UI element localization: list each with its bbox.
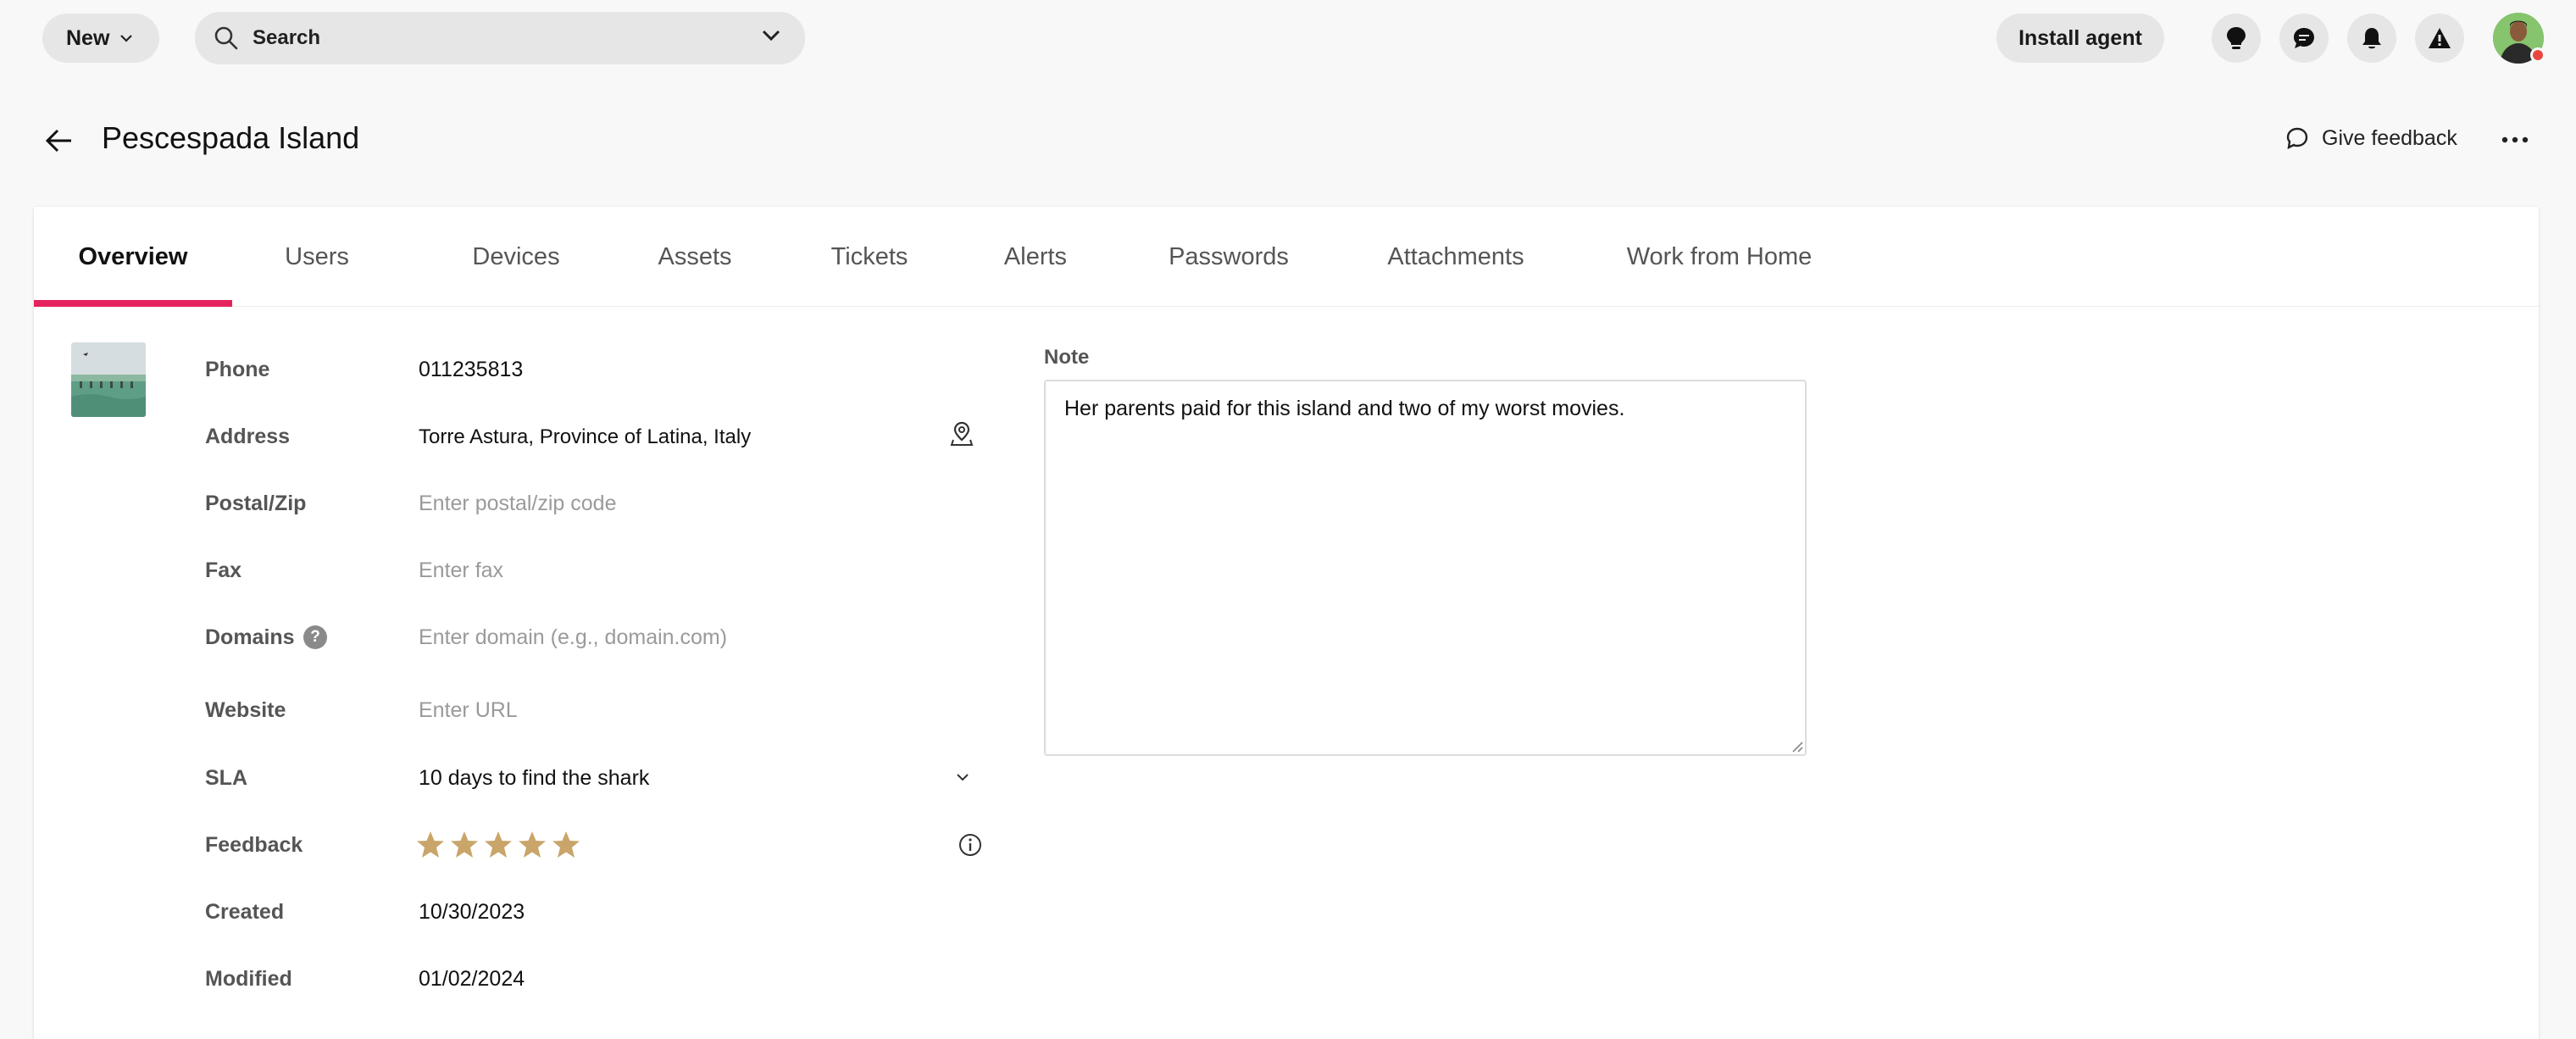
address-label: Address bbox=[205, 425, 291, 448]
created-value: 10/30/2023 bbox=[419, 900, 525, 924]
star-icon[interactable] bbox=[549, 829, 583, 861]
more-options-icon[interactable] bbox=[2498, 127, 2532, 153]
fax-input[interactable]: Enter fax bbox=[419, 558, 503, 583]
tab-label: Passwords bbox=[1169, 242, 1289, 270]
postal-label: Postal/Zip bbox=[205, 492, 307, 515]
tab-work-from-home[interactable]: Work from Home bbox=[1573, 207, 1866, 307]
map-pin-icon[interactable] bbox=[949, 420, 974, 447]
location-thumbnail[interactable] bbox=[71, 342, 146, 417]
tab-devices[interactable]: Devices bbox=[425, 207, 607, 307]
tab-label: Users bbox=[285, 242, 349, 270]
created-label: Created bbox=[205, 900, 285, 924]
domains-input[interactable]: Enter domain (e.g., domain.com) bbox=[419, 625, 727, 650]
note-textarea[interactable]: Her parents paid for this island and two… bbox=[1044, 380, 1807, 756]
star-icon[interactable] bbox=[414, 829, 447, 861]
tab-label: Alerts bbox=[1003, 242, 1068, 270]
search-label: Search bbox=[253, 26, 321, 49]
sla-select[interactable]: 10 days to find the shark bbox=[419, 766, 649, 791]
tab-attachments[interactable]: Attachments bbox=[1339, 207, 1573, 307]
feedback-bubble-icon bbox=[2286, 127, 2308, 150]
warning-icon bbox=[2429, 28, 2451, 48]
resize-handle-icon[interactable] bbox=[1790, 739, 1803, 753]
status-dot bbox=[2530, 47, 2545, 63]
tab-label: Devices bbox=[472, 242, 560, 270]
search-bar[interactable]: Search bbox=[195, 12, 805, 64]
tab-alerts[interactable]: Alerts bbox=[956, 207, 1115, 307]
tab-passwords[interactable]: Passwords bbox=[1117, 207, 1341, 307]
chevron-down-icon bbox=[120, 35, 133, 42]
new-button[interactable]: New bbox=[42, 14, 159, 63]
tab-label: Assets bbox=[658, 242, 732, 270]
tab-label: Work from Home bbox=[1626, 242, 1813, 270]
ideas-button[interactable] bbox=[2212, 14, 2261, 63]
install-agent-button[interactable]: Install agent bbox=[1996, 14, 2164, 63]
back-arrow-icon[interactable] bbox=[42, 124, 76, 158]
tab-overview[interactable]: Overview bbox=[34, 207, 232, 307]
alerts-button[interactable] bbox=[2415, 14, 2464, 63]
phone-value[interactable]: 011235813 bbox=[419, 358, 523, 382]
website-label: Website bbox=[205, 698, 286, 722]
search-icon bbox=[214, 26, 238, 50]
tab-tickets[interactable]: Tickets bbox=[783, 207, 956, 307]
star-icon[interactable] bbox=[515, 829, 549, 861]
detail-card: Overview Users Devices Assets Tickets Al… bbox=[34, 207, 2539, 1039]
website-input[interactable]: Enter URL bbox=[419, 698, 518, 723]
tab-label: Tickets bbox=[830, 242, 908, 270]
bell-icon bbox=[2362, 28, 2381, 49]
top-bar: New Search Install agent bbox=[0, 0, 2576, 76]
tab-users[interactable]: Users bbox=[264, 207, 369, 307]
notifications-button[interactable] bbox=[2347, 14, 2396, 63]
note-label: Note bbox=[1044, 346, 1090, 369]
address-value[interactable]: Torre Astura, Province of Latina, Italy bbox=[419, 425, 751, 449]
star-icon[interactable] bbox=[481, 829, 515, 861]
fax-label: Fax bbox=[205, 558, 242, 582]
chat-icon bbox=[2294, 28, 2314, 48]
give-feedback-label: Give feedback bbox=[2322, 125, 2457, 150]
feedback-rating[interactable] bbox=[414, 829, 583, 861]
postal-input[interactable]: Enter postal/zip code bbox=[419, 492, 616, 516]
star-icon[interactable] bbox=[447, 829, 481, 861]
tab-label: Overview bbox=[78, 242, 188, 270]
domains-label: Domains bbox=[205, 625, 295, 649]
chevron-down-icon[interactable] bbox=[956, 773, 969, 781]
tab-assets[interactable]: Assets bbox=[610, 207, 780, 307]
feedback-label: Feedback bbox=[205, 833, 303, 857]
give-feedback-button[interactable]: Give feedback bbox=[2285, 125, 2457, 151]
tab-bar: Overview Users Devices Assets Tickets Al… bbox=[34, 207, 2539, 307]
install-agent-label: Install agent bbox=[2018, 25, 2142, 50]
chat-button[interactable] bbox=[2279, 14, 2329, 63]
chevron-down-icon[interactable] bbox=[761, 29, 781, 42]
info-icon[interactable] bbox=[958, 832, 983, 858]
modified-value: 01/02/2024 bbox=[419, 967, 525, 991]
modified-label: Modified bbox=[205, 967, 292, 991]
tab-label: Attachments bbox=[1387, 242, 1524, 270]
sla-label: SLA bbox=[205, 766, 247, 790]
domains-help-icon[interactable]: ? bbox=[303, 625, 327, 649]
island-photo bbox=[71, 342, 146, 417]
phone-label: Phone bbox=[205, 358, 270, 381]
page-title: Pescespada Island bbox=[102, 120, 360, 155]
new-button-label: New bbox=[66, 25, 110, 50]
lightbulb-icon bbox=[2227, 27, 2246, 49]
